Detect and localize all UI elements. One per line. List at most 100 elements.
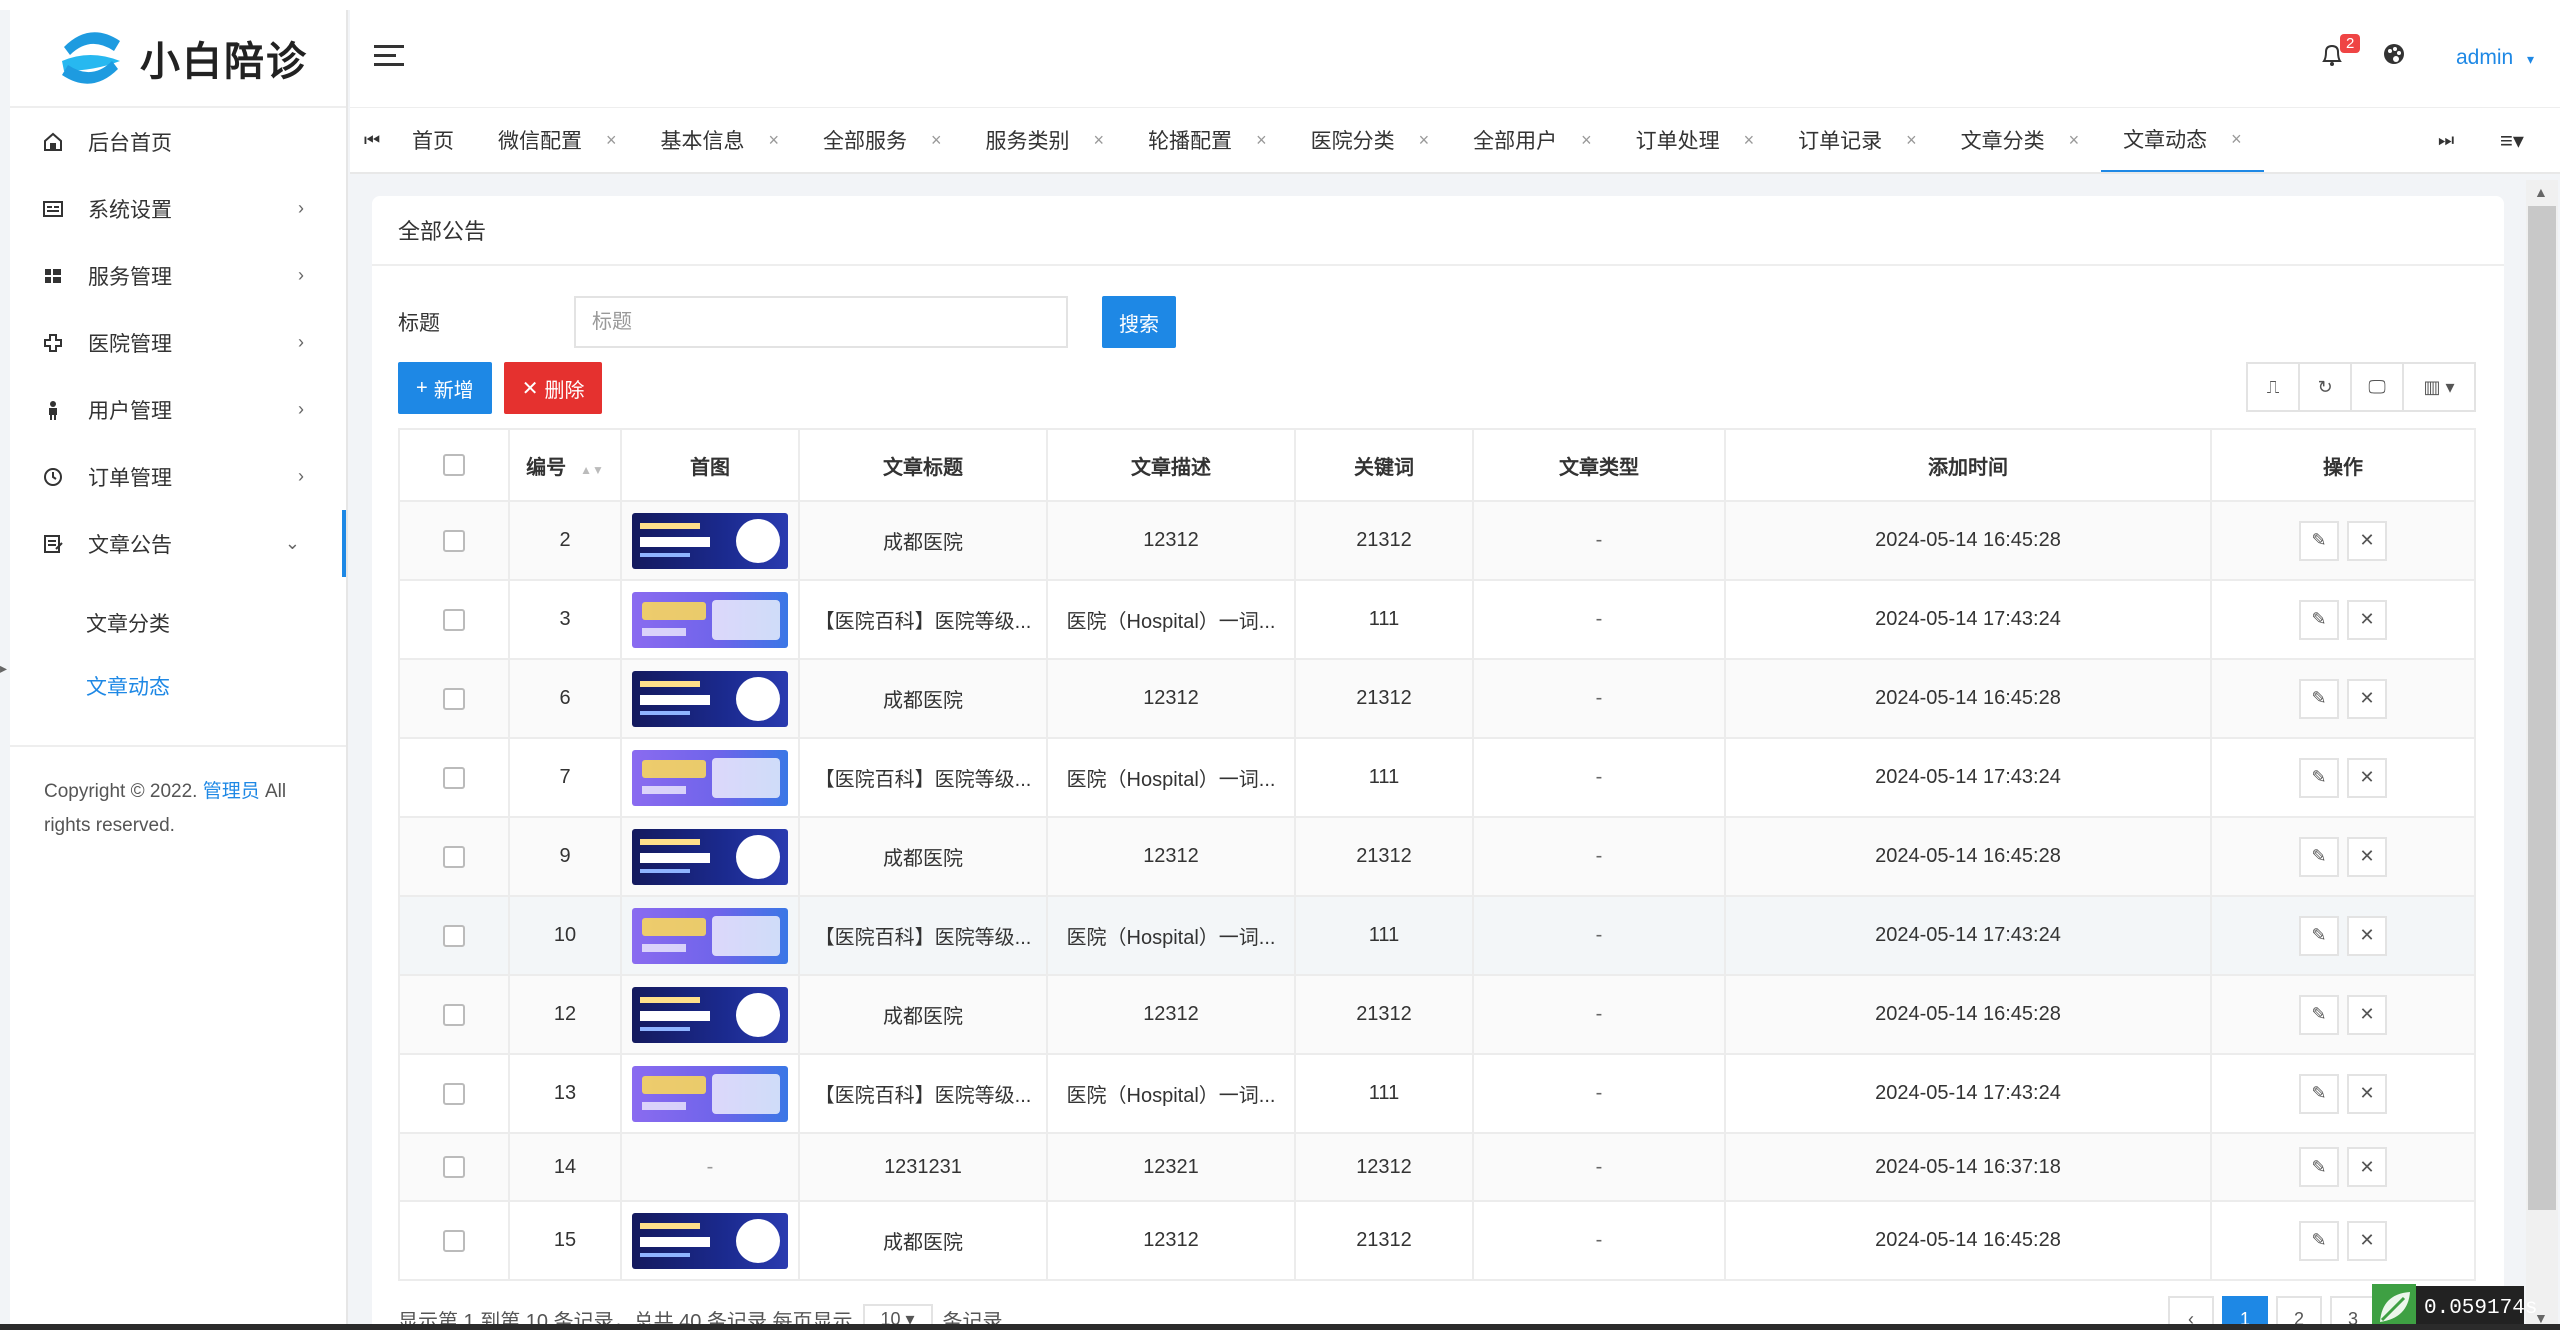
sidebar-subitem-article-category[interactable]: 文章分类 — [10, 591, 346, 654]
tab-all-users[interactable]: 全部用户 × — [1451, 108, 1614, 172]
row-select-cell[interactable] — [398, 895, 510, 976]
close-icon[interactable]: × — [606, 130, 617, 151]
article-thumbnail[interactable] — [632, 512, 788, 569]
tab-service-categories[interactable]: 服务类别 × — [964, 108, 1127, 172]
toggle-view-icon[interactable]: 🖵 — [2352, 364, 2404, 410]
scrollbar-thumb[interactable] — [2528, 206, 2556, 1210]
row-checkbox[interactable] — [443, 924, 465, 947]
tab-hospital-categories[interactable]: 医院分类 × — [1289, 108, 1452, 172]
select-all-cell[interactable] — [398, 428, 510, 502]
row-checkbox[interactable] — [443, 1082, 465, 1105]
tab-home[interactable]: 首页 — [390, 108, 476, 172]
sidebar-item-service-management[interactable]: 服务管理 › — [10, 242, 346, 309]
sidebar-item-home[interactable]: 后台首页 — [10, 108, 346, 175]
row-select-cell[interactable] — [398, 658, 510, 739]
article-thumbnail[interactable] — [632, 1065, 788, 1122]
row-select-cell[interactable] — [398, 1132, 510, 1202]
delete-row-icon[interactable]: ✕ — [2347, 1073, 2387, 1114]
row-checkbox[interactable] — [443, 845, 465, 868]
row-checkbox[interactable] — [443, 687, 465, 710]
tab-basic-info[interactable]: 基本信息 × — [639, 108, 802, 172]
row-checkbox[interactable] — [443, 1229, 465, 1252]
row-select-cell[interactable] — [398, 1053, 510, 1134]
sidebar-item-system-settings[interactable]: 系统设置 › — [10, 175, 346, 242]
tab-scroll-first-icon[interactable]: ⏮ — [364, 130, 380, 151]
refresh-icon[interactable]: ↻ — [2300, 364, 2352, 410]
sidebar-item-hospital-management[interactable]: 医院管理 › — [10, 309, 346, 376]
table-row[interactable]: 3 【医院百科】医院等级... 医院（Hospital）一词... 111-2024-… — [398, 579, 2476, 660]
edit-icon[interactable]: ✎ — [2299, 599, 2339, 640]
edit-icon[interactable]: ✎ — [2299, 678, 2339, 719]
article-thumbnail[interactable] — [632, 986, 788, 1043]
row-checkbox[interactable] — [443, 529, 465, 552]
tab-order-records[interactable]: 订单记录 × — [1776, 108, 1939, 172]
columns-dropdown-icon[interactable]: ▥ ▾ — [2404, 364, 2474, 410]
menu-toggle-icon[interactable] — [374, 45, 404, 69]
article-thumbnail[interactable] — [632, 670, 788, 727]
edit-icon[interactable]: ✎ — [2299, 520, 2339, 561]
table-row[interactable]: 2 成都医院 12312 21312-2024-05-14 16:45:28 ✎ ✕ — [398, 500, 2476, 581]
tab-all-services[interactable]: 全部服务 × — [801, 108, 964, 172]
delete-row-icon[interactable]: ✕ — [2347, 599, 2387, 640]
article-thumbnail[interactable] — [632, 907, 788, 964]
brand-logo[interactable]: 小白陪诊 — [10, 10, 346, 108]
edit-icon[interactable]: ✎ — [2299, 915, 2339, 956]
delete-row-icon[interactable]: ✕ — [2347, 520, 2387, 561]
delete-row-icon[interactable]: ✕ — [2347, 1147, 2387, 1187]
row-select-cell[interactable] — [398, 1200, 510, 1281]
table-row[interactable]: 14-1231231 12321 12312-2024-05-14 16:37:18… — [398, 1132, 2476, 1202]
table-row[interactable]: 15 成都医院 12312 21312-2024-05-14 16:45:28 ✎ ✕ — [398, 1200, 2476, 1281]
tab-article-categories[interactable]: 文章分类 × — [1939, 108, 2102, 172]
delete-row-icon[interactable]: ✕ — [2347, 678, 2387, 719]
row-checkbox[interactable] — [443, 766, 465, 789]
row-select-cell[interactable] — [398, 816, 510, 897]
delete-button[interactable]: ✕ 删除 — [503, 362, 603, 414]
add-button[interactable]: + 新增 — [398, 362, 492, 414]
close-icon[interactable]: × — [1094, 130, 1105, 151]
select-all-checkbox[interactable] — [443, 454, 465, 477]
search-button[interactable]: 搜索 — [1102, 296, 1176, 348]
close-icon[interactable]: × — [1419, 130, 1430, 151]
toggle-search-icon[interactable]: ⎍ — [2248, 364, 2300, 410]
expand-left-icon[interactable]: ▸ — [0, 660, 7, 677]
table-row[interactable]: 13 【医院百科】医院等级... 医院（Hospital）一词... 111-2024… — [398, 1053, 2476, 1134]
row-checkbox[interactable] — [443, 1156, 465, 1179]
tab-wechat-config[interactable]: 微信配置 × — [476, 108, 639, 172]
row-checkbox[interactable] — [443, 608, 465, 631]
table-row[interactable]: 9 成都医院 12312 21312-2024-05-14 16:45:28 ✎ ✕ — [398, 816, 2476, 897]
close-icon[interactable]: × — [2231, 129, 2242, 150]
sidebar-subitem-article-news[interactable]: 文章动态 — [10, 654, 346, 717]
close-icon[interactable]: × — [931, 130, 942, 151]
delete-row-icon[interactable]: ✕ — [2347, 836, 2387, 877]
palette-icon[interactable] — [2382, 42, 2406, 71]
close-icon[interactable]: × — [1256, 130, 1267, 151]
delete-row-icon[interactable]: ✕ — [2347, 757, 2387, 798]
close-icon[interactable]: × — [1906, 130, 1917, 151]
tab-order-processing[interactable]: 订单处理 × — [1614, 108, 1777, 172]
tab-scroll-last-icon[interactable]: ⏭ — [2438, 130, 2454, 151]
edit-icon[interactable]: ✎ — [2299, 757, 2339, 798]
row-select-cell[interactable] — [398, 500, 510, 581]
row-select-cell[interactable] — [398, 974, 510, 1055]
edit-icon[interactable]: ✎ — [2299, 994, 2339, 1035]
article-thumbnail[interactable] — [632, 749, 788, 806]
sidebar-item-user-management[interactable]: 用户管理 › — [10, 376, 346, 443]
row-checkbox[interactable] — [443, 1003, 465, 1026]
table-row[interactable]: 7 【医院百科】医院等级... 医院（Hospital）一词... 111-2024-… — [398, 737, 2476, 818]
table-row[interactable]: 10 【医院百科】医院等级... 医院（Hospital）一词... 111-2024… — [398, 895, 2476, 976]
tab-article-news[interactable]: 文章动态 × — [2101, 108, 2264, 172]
table-row[interactable]: 6 成都医院 12312 21312-2024-05-14 16:45:28 ✎ ✕ — [398, 658, 2476, 739]
column-header-id[interactable]: 编号 ▲▼ — [508, 428, 622, 502]
article-thumbnail[interactable] — [632, 591, 788, 648]
title-search-input[interactable] — [574, 296, 1068, 348]
close-icon[interactable]: × — [1581, 130, 1592, 151]
edit-icon[interactable]: ✎ — [2299, 1147, 2339, 1187]
sidebar-item-order-management[interactable]: 订单管理 › — [10, 443, 346, 510]
delete-row-icon[interactable]: ✕ — [2347, 915, 2387, 956]
close-icon[interactable]: × — [2069, 130, 2080, 151]
row-select-cell[interactable] — [398, 579, 510, 660]
edit-icon[interactable]: ✎ — [2299, 1220, 2339, 1261]
user-dropdown[interactable]: admin ▾ — [2456, 46, 2534, 70]
close-icon[interactable]: × — [1744, 130, 1755, 151]
sort-icon[interactable]: ▲▼ — [580, 463, 604, 477]
